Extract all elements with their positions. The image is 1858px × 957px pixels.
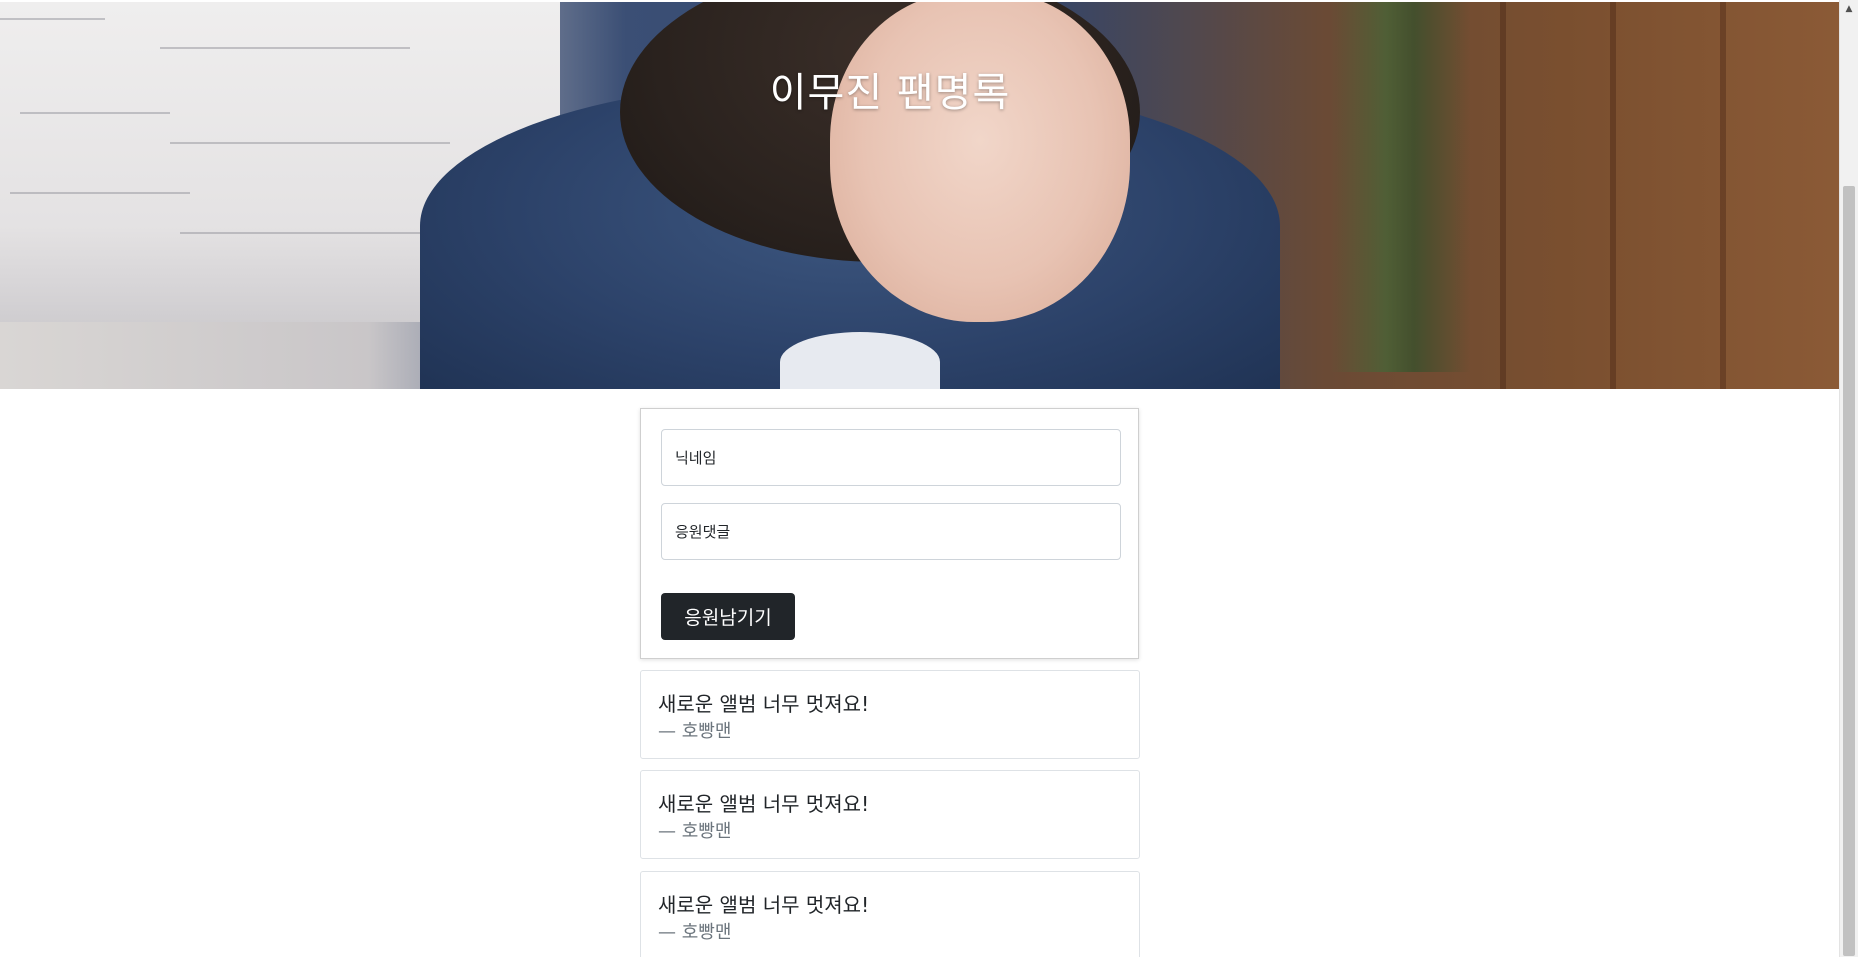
page-title: 이무진 팬명록 xyxy=(769,70,1011,116)
paper-line xyxy=(0,18,105,20)
comment-card: 새로운 앨범 너무 멋져요! — 호빵맨 xyxy=(640,670,1140,759)
comment-input[interactable]: 응원댓글 xyxy=(661,503,1121,560)
page: 이무진 팬명록 닉네임 응원댓글 응원남기기 새로운 앨범 너무 멋져요! — … xyxy=(0,0,1840,957)
comment-author: — 호빵맨 xyxy=(658,821,732,842)
comment-author: — 호빵맨 xyxy=(658,922,732,943)
vertical-scrollbar[interactable]: ▲ xyxy=(1839,0,1858,957)
comment-card: 새로운 앨범 너무 멋져요! — 호빵맨 xyxy=(640,871,1140,957)
paper-line xyxy=(10,192,190,194)
scrollbar-thumb[interactable] xyxy=(1843,186,1855,956)
comment-text: 새로운 앨범 너무 멋져요! xyxy=(658,893,870,917)
scroll-up-arrow-icon[interactable]: ▲ xyxy=(1840,0,1858,18)
paper-line xyxy=(160,47,410,49)
paper-line xyxy=(170,142,450,144)
banner-plant xyxy=(1330,2,1470,372)
paper-line xyxy=(180,232,440,234)
nickname-input[interactable]: 닉네임 xyxy=(661,429,1121,486)
hero-banner: 이무진 팬명록 xyxy=(0,2,1840,389)
banner-person-collar xyxy=(780,332,940,389)
submit-cheer-button[interactable]: 응원남기기 xyxy=(661,593,795,640)
guestbook-form: 닉네임 응원댓글 응원남기기 xyxy=(640,408,1139,659)
comment-author: — 호빵맨 xyxy=(658,721,732,742)
comment-text: 새로운 앨범 너무 멋져요! xyxy=(658,692,870,716)
banner-person-face xyxy=(830,2,1130,322)
comment-text: 새로운 앨범 너무 멋져요! xyxy=(658,792,870,816)
comment-card: 새로운 앨범 너무 멋져요! — 호빵맨 xyxy=(640,770,1140,859)
